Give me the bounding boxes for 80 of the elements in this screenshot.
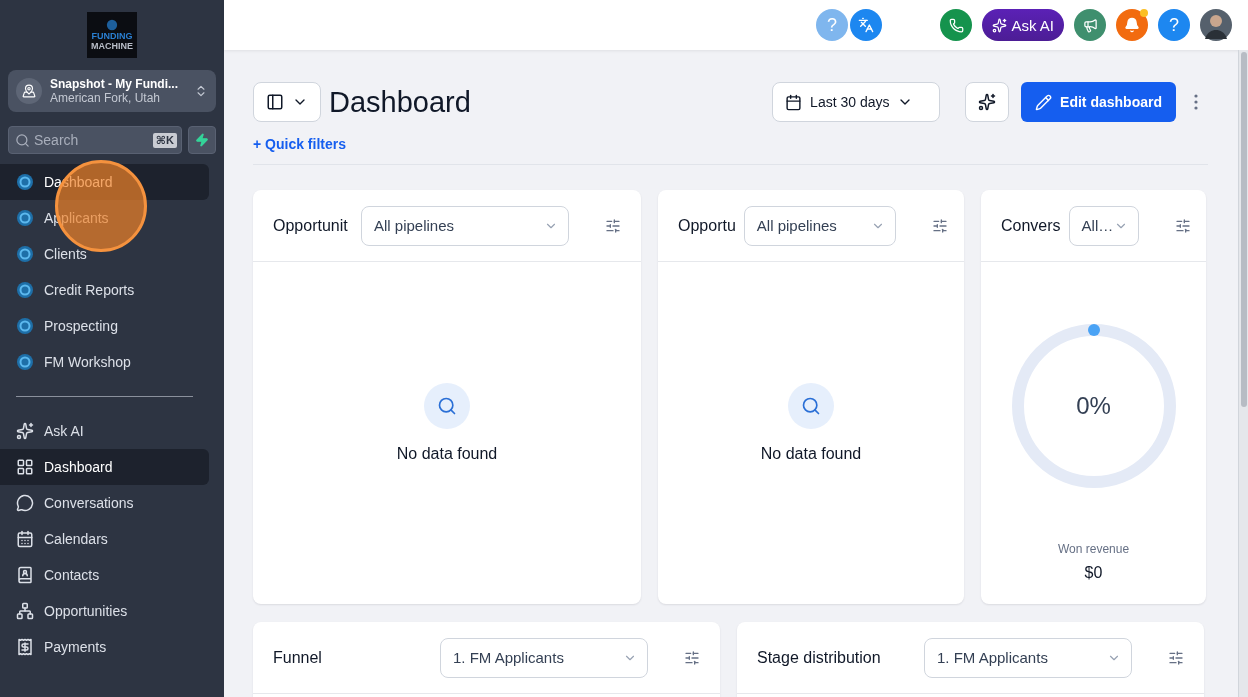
filter-icon[interactable] (684, 649, 700, 666)
megaphone-icon (1082, 17, 1098, 33)
network-icon (16, 602, 34, 620)
calendar-icon (16, 530, 34, 548)
account-switcher[interactable]: Snapshot - My Fundi... American Fork, Utah (8, 70, 216, 112)
chat-icon (16, 494, 34, 512)
widget-title: Funnel (273, 648, 323, 667)
gear-icon (16, 245, 34, 263)
date-range-picker[interactable]: Last 30 days (772, 82, 941, 122)
widget-title: Opportunit (273, 216, 349, 235)
quick-action-button[interactable] (188, 126, 216, 154)
caption: Won revenue (1057, 542, 1130, 556)
logo: FUNDING MACHINE (87, 12, 137, 58)
sidebar-item[interactable]: Opportunities (0, 593, 209, 629)
pipeline-select[interactable]: All pipelines (361, 205, 569, 246)
percent-value: 0% (1076, 392, 1111, 420)
translate-button[interactable] (850, 9, 882, 41)
search-icon (788, 383, 834, 429)
gear-icon (16, 353, 34, 371)
bell-icon (1124, 17, 1140, 33)
filter-icon[interactable] (931, 217, 948, 234)
pipeline-select[interactable]: All pipelines (743, 205, 896, 246)
sidebar-item[interactable]: Dashboard (0, 449, 209, 485)
more-icon (1194, 94, 1198, 110)
widget-title: Convers (1001, 216, 1061, 235)
sidebar-item[interactable]: Contacts (0, 557, 209, 593)
location-icon (22, 84, 36, 98)
sidebar-item[interactable]: Payments (0, 629, 209, 665)
gear-icon (16, 173, 34, 191)
pipeline-select[interactable]: 1. FM Applicants (440, 637, 648, 678)
search-input[interactable]: Search (34, 132, 149, 148)
sidebar-item[interactable]: Credit Reports (0, 272, 209, 308)
ask-ai-button[interactable]: Ask AI (982, 9, 1064, 41)
notifications-button[interactable] (1116, 9, 1148, 41)
filter-icon[interactable] (605, 217, 621, 234)
pencil-icon (1035, 93, 1053, 111)
revenue-amount: $0 (1084, 564, 1103, 582)
pipeline-select[interactable]: 1. FM Applicants (924, 637, 1132, 678)
sidebar-item[interactable]: Ask AI (0, 413, 209, 449)
panel-icon (266, 93, 284, 111)
empty-message: No data found (760, 445, 862, 463)
user-avatar[interactable] (1200, 9, 1232, 41)
phone-button[interactable] (940, 9, 973, 41)
sidebar-item[interactable]: Prospecting (0, 308, 209, 344)
layout-menu-button[interactable] (253, 82, 321, 122)
empty-message: No data found (396, 445, 498, 463)
sparkle-icon (992, 17, 1008, 33)
widget-title: Opportu (678, 216, 736, 235)
receipt-icon (16, 638, 34, 656)
sparkle-icon (16, 422, 34, 440)
page-title: Dashboard (329, 85, 472, 119)
sidebar-item[interactable]: Clients (0, 236, 209, 272)
megaphone-button[interactable] (1074, 9, 1106, 41)
sidebar-item[interactable]: FM Workshop (0, 344, 209, 380)
phone-icon (948, 17, 964, 33)
translate-icon (858, 17, 874, 33)
search-icon (15, 132, 30, 148)
contacts-icon (16, 566, 34, 584)
help-button[interactable]: ? (1158, 9, 1190, 41)
sparkle-icon (978, 93, 997, 111)
grid-icon (16, 458, 34, 476)
filter-icon[interactable] (1174, 217, 1191, 234)
account-location: American Fork, Utah (50, 91, 162, 105)
gear-icon (16, 281, 34, 299)
edit-dashboard-button[interactable]: Edit dashboard (1021, 82, 1176, 122)
lightning-icon (195, 133, 209, 147)
account-name: Snapshot - My Fundi... (50, 77, 179, 91)
quick-filters-link[interactable]: + Quick filters (253, 136, 346, 152)
gear-icon (16, 317, 34, 335)
calendar-icon (785, 93, 803, 111)
filter-icon[interactable] (1168, 649, 1184, 666)
gear-icon (16, 209, 34, 227)
pipeline-select[interactable]: All… (1068, 205, 1139, 246)
shortcut-hint: ⌘K (152, 132, 177, 148)
widget-title: Stage distribution (757, 648, 882, 667)
sidebar-item[interactable]: Conversations (0, 485, 209, 521)
search-bar[interactable]: Search ⌘K (8, 126, 182, 154)
ai-button[interactable] (965, 82, 1010, 122)
search-icon (424, 383, 470, 429)
sidebar-item[interactable]: Calendars (0, 521, 209, 557)
